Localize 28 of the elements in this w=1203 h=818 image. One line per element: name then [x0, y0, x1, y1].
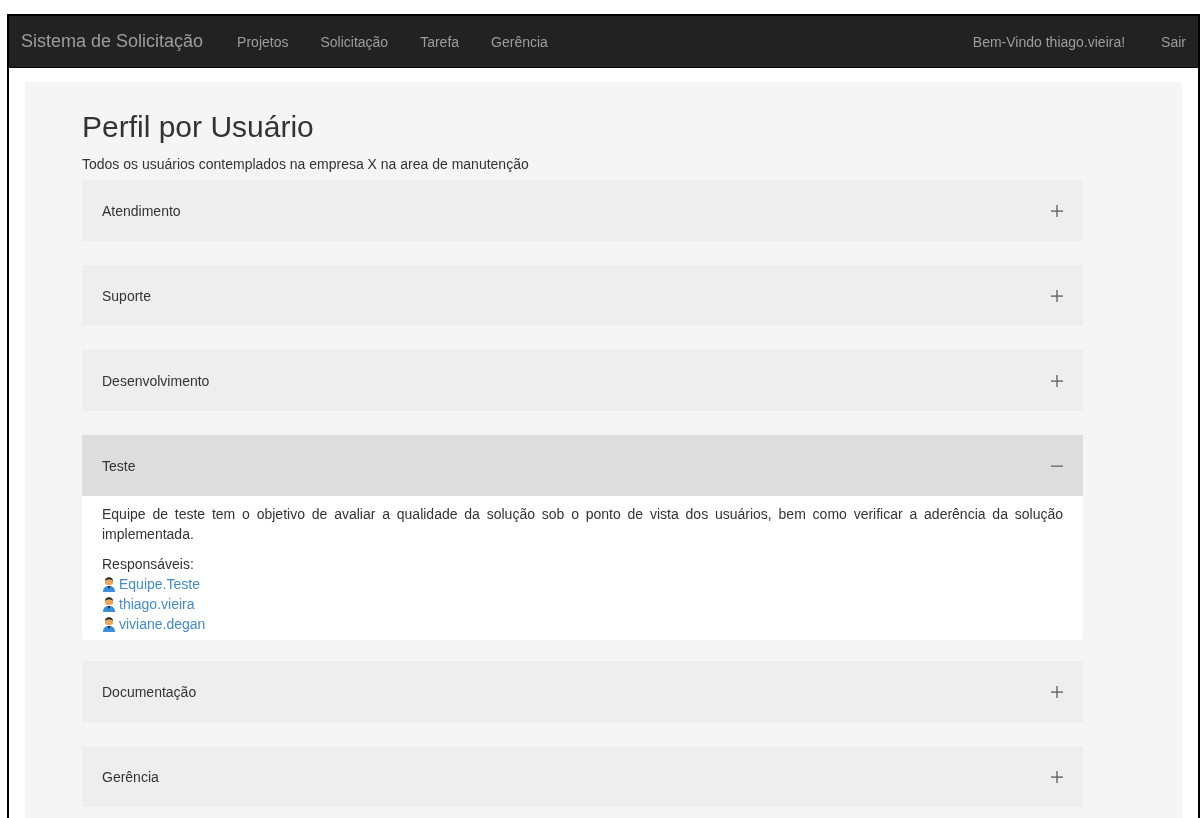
nav-link[interactable]: Solicitação [320, 33, 389, 50]
nav-link[interactable]: Projetos [237, 33, 289, 50]
accordion-header[interactable]: Suporte [82, 265, 1083, 326]
logout-link[interactable]: Sair [1161, 33, 1186, 50]
accordion-header[interactable]: Teste [82, 435, 1083, 496]
user-link[interactable]: thiago.vieira [119, 594, 195, 614]
page-title: Perfil por Usuário [82, 110, 315, 144]
nav-link[interactable]: Gerência [491, 33, 548, 50]
section-description: Equipe de teste tem o objetivo de avaliar a qualidade da solução sob o ponto de vista dos usuários, bem como verificar a aderência da solução implementada. [102, 505, 1063, 544]
accordion-header[interactable]: Atendimento [82, 180, 1083, 241]
user-icon [102, 576, 116, 592]
plus-icon [1051, 770, 1063, 783]
page-subtitle: Todos os usuários contemplados na empresa X na area de manutenção [82, 156, 530, 172]
plus-icon [1051, 374, 1063, 387]
accordion-header[interactable]: Gerência [82, 746, 1083, 807]
user-icon [102, 616, 116, 632]
accordion-header[interactable]: Documentação [82, 661, 1083, 722]
plus-icon [1051, 685, 1063, 698]
accordion-header[interactable]: Desenvolvimento [82, 350, 1083, 411]
welcome-text: Bem-Vindo thiago.vieira! [972, 33, 1126, 50]
user-link[interactable]: viviane.degan [119, 614, 206, 634]
plus-icon [1051, 204, 1063, 217]
plus-icon [1051, 289, 1063, 302]
nav-link[interactable]: Tarefa [420, 33, 460, 50]
members-label: Responsáveis: [102, 555, 195, 574]
user-link[interactable]: Equipe.Teste [119, 574, 200, 594]
user-icon [102, 596, 116, 612]
brand-link[interactable]: Sistema de Solicitação [21, 31, 204, 52]
